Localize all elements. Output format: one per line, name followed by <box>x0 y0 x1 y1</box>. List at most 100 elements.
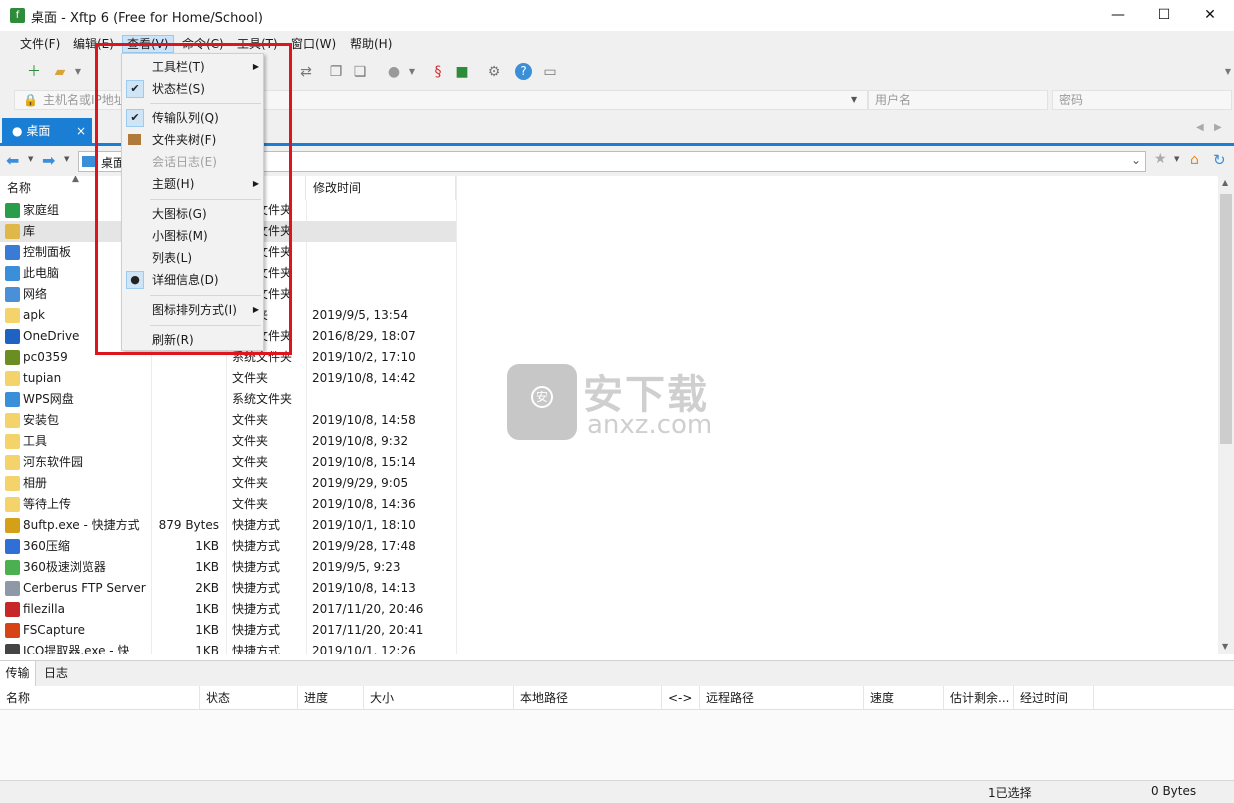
tab-log[interactable]: 日志 <box>44 661 68 686</box>
chat-icon[interactable]: ▭ <box>540 62 560 82</box>
path-dropdown-icon[interactable]: ⌄ <box>1131 153 1141 167</box>
file-row[interactable]: tupian 文件夹 2019/10/8, 14:42 <box>0 368 456 389</box>
file-size: 1KB <box>195 539 219 553</box>
menu-window[interactable]: 窗口(W) <box>287 35 340 53</box>
transfer-col-direction[interactable]: <-> <box>662 686 700 710</box>
file-icon <box>5 245 20 260</box>
file-row[interactable]: 360极速浏览器 1KB 快捷方式 2019/9/5, 9:23 <box>0 557 456 578</box>
file-modified: 2017/11/20, 20:41 <box>312 623 424 637</box>
file-icon <box>5 518 20 533</box>
menu-file[interactable]: 文件(F) <box>16 35 64 53</box>
file-modified: 2019/10/1, 18:10 <box>312 518 416 532</box>
transfer-col-local-path[interactable]: 本地路径 <box>514 686 662 710</box>
refresh-icon[interactable]: ↻ <box>1213 151 1226 169</box>
file-type: 快捷方式 <box>232 560 281 574</box>
transfer-icon[interactable]: ⇄ <box>296 62 316 82</box>
close-button[interactable]: ✕ <box>1187 0 1233 31</box>
xftp-app-icon: f <box>10 8 25 23</box>
xftp-icon[interactable]: ■ <box>452 62 472 82</box>
file-modified: 2019/10/8, 15:14 <box>312 455 416 469</box>
file-modified: 2019/9/28, 17:48 <box>312 539 416 553</box>
menu-help[interactable]: 帮助(H) <box>346 35 396 53</box>
back-icon[interactable]: ⬅ <box>6 151 19 170</box>
toolbar-overflow-icon[interactable]: ▼ <box>1218 62 1234 82</box>
status-bar: 1已选择 0 Bytes <box>0 780 1234 803</box>
file-type: 系统文件夹 <box>232 392 293 406</box>
transfer-col-elapsed[interactable]: 经过时间 <box>1014 686 1094 710</box>
file-icon <box>5 602 20 617</box>
help-icon[interactable]: ? <box>515 63 532 80</box>
back-dropdown-icon[interactable]: ▼ <box>28 155 33 163</box>
file-icon <box>5 413 20 428</box>
transfer-col-remote-path[interactable]: 远程路径 <box>700 686 864 710</box>
new-session-icon[interactable]: ＋ <box>24 62 44 82</box>
username-input[interactable]: 用户名 <box>868 90 1048 110</box>
scroll-thumb[interactable] <box>1220 194 1232 444</box>
transfer-col-speed[interactable]: 速度 <box>864 686 944 710</box>
highlight-box <box>95 43 292 355</box>
title-bar: f 桌面 - Xftp 6 (Free for Home/School) — ☐… <box>0 0 1234 31</box>
favorite-dropdown-icon[interactable]: ▼ <box>1174 155 1179 163</box>
file-icon <box>5 329 20 344</box>
file-type: 快捷方式 <box>232 623 281 637</box>
file-name: 网络 <box>23 287 48 301</box>
xshell-icon[interactable]: § <box>428 62 448 82</box>
column-modified[interactable]: 修改时间 <box>306 176 456 200</box>
file-name: 安装包 <box>23 413 60 427</box>
file-row[interactable]: 8uftp.exe - 快捷方式 879 Bytes 快捷方式 2019/10/1, … <box>0 515 456 536</box>
open-dropdown-icon[interactable]: ▼ <box>68 62 88 82</box>
file-row[interactable]: WPS网盘 系统文件夹 <box>0 389 456 410</box>
maximize-button[interactable]: ☐ <box>1141 0 1187 31</box>
tab-scroll-left-icon[interactable]: ◀ <box>1196 122 1204 133</box>
transfer-col-name[interactable]: 名称 <box>0 686 200 710</box>
globe-icon[interactable]: ● <box>384 62 404 82</box>
file-icon <box>5 287 20 302</box>
file-row[interactable]: ICO提取器.exe - 快 1KB 快捷方式 2019/10/1, 12:26 <box>0 641 456 654</box>
file-row[interactable]: 360压缩 1KB 快捷方式 2019/9/28, 17:48 <box>0 536 456 557</box>
transfer-col-status[interactable]: 状态 <box>200 686 298 710</box>
vertical-scrollbar[interactable]: ▲ ▼ <box>1218 176 1234 654</box>
forward-dropdown-icon[interactable]: ▼ <box>64 155 69 163</box>
forward-icon[interactable]: ➡ <box>42 151 55 170</box>
file-type: 快捷方式 <box>232 581 281 595</box>
home-icon[interactable]: ⌂ <box>1190 152 1199 168</box>
transfer-col-progress[interactable]: 进度 <box>298 686 364 710</box>
file-type: 快捷方式 <box>232 518 281 532</box>
open-folder-icon[interactable]: ▰ <box>50 62 70 82</box>
file-row[interactable]: Cerberus FTP Server 2KB 快捷方式 2019/10/8, 14:… <box>0 578 456 599</box>
file-row[interactable]: 河东软件园 文件夹 2019/10/8, 15:14 <box>0 452 456 473</box>
gear-icon[interactable]: ⚙ <box>484 62 504 82</box>
file-name: 家庭组 <box>23 203 60 217</box>
host-dropdown-icon[interactable]: ▼ <box>851 91 857 109</box>
paste-icon[interactable]: ❏ <box>350 62 370 82</box>
tab-scroll-right-icon[interactable]: ▶ <box>1214 122 1222 133</box>
transfer-col-size[interactable]: 大小 <box>364 686 514 710</box>
file-row[interactable]: 安装包 文件夹 2019/10/8, 14:58 <box>0 410 456 431</box>
copy-icon[interactable]: ❐ <box>326 62 346 82</box>
file-name: ICO提取器.exe - 快 <box>23 644 130 654</box>
password-input[interactable]: 密码 <box>1052 90 1232 110</box>
watermark-logo: 安 安下载 anxz.com <box>507 358 727 448</box>
tab-desktop[interactable]: ● 桌面 × <box>2 118 92 145</box>
scroll-up-icon[interactable]: ▲ <box>1222 178 1228 187</box>
transfer-col-eta[interactable]: 估计剩余... <box>944 686 1014 710</box>
minimize-button[interactable]: — <box>1095 0 1141 31</box>
file-name: 控制面板 <box>23 245 72 259</box>
file-row[interactable]: 工具 文件夹 2019/10/8, 9:32 <box>0 431 456 452</box>
file-row[interactable]: filezilla 1KB 快捷方式 2017/11/20, 20:46 <box>0 599 456 620</box>
scroll-down-icon[interactable]: ▼ <box>1222 642 1228 651</box>
file-row[interactable]: 等待上传 文件夹 2019/10/8, 14:36 <box>0 494 456 515</box>
file-name: 河东软件园 <box>23 455 84 469</box>
file-icon <box>5 581 20 596</box>
globe-dropdown-icon[interactable]: ▼ <box>402 62 422 82</box>
file-type: 文件夹 <box>232 497 269 511</box>
tab-close-icon[interactable]: × <box>76 118 86 145</box>
tab-transfer[interactable]: 传输 <box>0 661 36 686</box>
favorite-star-icon[interactable]: ★ <box>1154 151 1167 167</box>
file-icon <box>5 224 20 239</box>
file-modified: 2019/9/5, 13:54 <box>312 308 409 322</box>
file-row[interactable]: FSCapture 1KB 快捷方式 2017/11/20, 20:41 <box>0 620 456 641</box>
file-row[interactable]: 相册 文件夹 2019/9/29, 9:05 <box>0 473 456 494</box>
watermark-domain: anxz.com <box>587 410 713 440</box>
bottom-tabs: 传输 日志 <box>0 660 1234 686</box>
